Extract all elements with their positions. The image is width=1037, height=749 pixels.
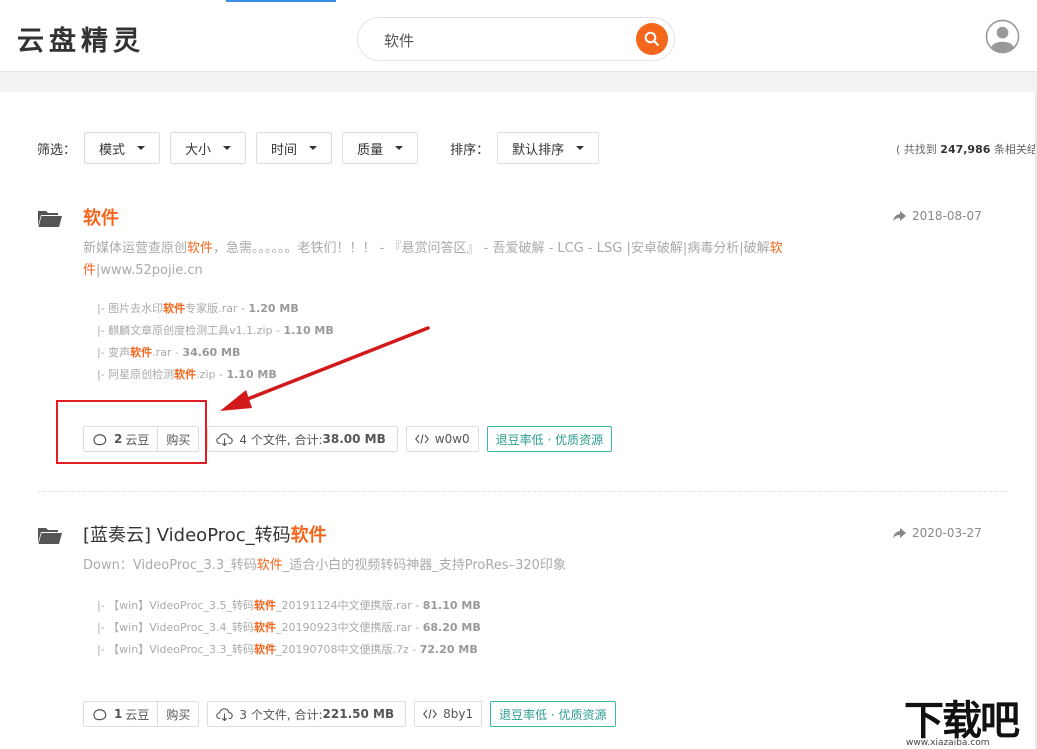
dropdown-label: 模式 [99,142,126,158]
file-size: 72.20 MB [419,643,478,656]
filter-quality-dropdown[interactable]: 质量 [342,132,419,164]
keyword-highlight: 软件 [174,368,197,381]
coin-price[interactable]: 1 云豆 购买 [83,701,200,727]
caret-down-icon [223,146,232,150]
quality-tag: 退豆率低 · 优质资源 [490,701,616,727]
coin-amount: 1 云豆 [84,702,159,726]
site-logo[interactable]: 云盘精灵 [17,19,145,58]
result-count: ( 共找到 247,986 条相关结 [896,143,1037,156]
share-icon [893,210,906,222]
result-description: 新媒体运营查原创软件，急需。。。。。。老铁们！！！ - 『悬赏问答区』 - 吾爱… [83,238,843,282]
header: 云盘精灵 [0,3,1037,72]
result-count-number: 247,986 [940,143,991,156]
description-text: 新媒体运营查原创 [83,241,188,256]
keyword-highlight: 软件 [187,241,214,256]
cloud-download-icon [216,432,234,446]
search-icon [644,31,659,46]
caret-down-icon [395,146,404,150]
filter-time-dropdown[interactable]: 时间 [256,132,333,164]
result-date: 2018-08-07 [893,209,982,223]
result-file-list: |- 图片去水印软件专家版.rar - 1.20 MB |- 麒麟文章原创度检测工… [97,298,334,386]
keyword-highlight: 软件 [256,558,283,573]
result-file-list: |- 【win】VideoProc_3.5_转码软件_20191124中文便携版… [97,595,481,661]
caret-down-icon [309,146,318,150]
dropdown-label: 默认排序 [512,142,565,158]
buy-button[interactable]: 购买 [158,706,198,723]
quality-tag: 退豆率低 · 优质资源 [486,426,613,452]
description-text: 破解 [743,241,770,256]
filter-size-dropdown[interactable]: 大小 [170,132,247,164]
annotation-highlight-box [56,400,207,464]
dropdown-label: 时间 [271,142,298,158]
folder-icon [38,211,62,227]
description-text: _适合小白的视频转码神器_支持ProRes–320印象 [282,558,566,573]
filter-bar: 筛选： 模式 大小 时间 质量 排序： 默认排序 [37,132,609,164]
files-summary: 3 个文件, 合计: 221.50 MB [207,701,407,727]
description-text: Down：VideoProc_3.3_转码 [83,558,257,573]
file-size: 1.20 MB [248,302,299,315]
file-size: 68.20 MB [422,621,481,634]
caret-down-icon [137,146,146,150]
keyword-highlight: 软件 [130,346,153,359]
search-box [357,17,675,61]
code-icon [423,709,437,719]
sort-label: 排序： [450,142,490,158]
watermark-logo: 下载吧 www.xiazaiba.com [900,688,1037,749]
sort-dropdown[interactable]: 默认排序 [497,132,600,164]
file-list-item: |- 【win】VideoProc_3.3_转码软件_20190708中文便携版… [97,643,478,656]
top-progress-segment [226,0,336,2]
file-size: 81.10 MB [422,599,481,612]
result-title-link[interactable]: [蓝奏云] VideoProc_转码软件 [83,521,327,547]
keyword-highlight: 软件 [254,621,277,634]
share-code[interactable]: 8by1 [414,701,483,727]
file-list-item: |- 变声软件.rar - 34.60 MB [97,346,241,359]
description-text: |www.52pojie.cn [96,263,203,278]
result-title-link[interactable]: 软件 [83,204,119,230]
files-summary: 4 个文件, 合计: 38.00 MB [207,426,398,452]
dropdown-label: 质量 [357,142,384,158]
share-icon [893,527,906,539]
result-divider [37,491,1007,492]
file-size: 1.10 MB [226,368,277,381]
cloud-download-icon [216,707,234,721]
keyword-highlight: 软件 [254,643,277,656]
filter-label: 筛选： [37,142,77,158]
file-list-item: |- 阿星原创检测软件.zip - 1.10 MB [97,368,277,381]
dropdown-label: 大小 [185,142,212,158]
keyword-highlight: 软件 [254,599,277,612]
result-description: Down：VideoProc_3.3_转码软件_适合小白的视频转码神器_支持Pr… [83,555,843,577]
description-text: ，急需。。。。。。老铁们！！！ - 『悬赏问答区』 - 吾爱破解 - LCG -… [213,241,744,256]
result-actions: 1 云豆 购买 3 个文件, 合计: 221.50 MB 8by1 退豆率低 · … [83,701,624,727]
result-date: 2020-03-27 [893,526,982,540]
folder-icon [38,528,62,544]
keyword-highlight: 软件 [163,302,186,315]
file-list-item: |- 【win】VideoProc_3.4_转码软件_20190923中文便携版… [97,621,481,634]
file-list-item: |- 【win】VideoProc_3.5_转码软件_20191124中文便携版… [97,599,481,612]
filter-mode-dropdown[interactable]: 模式 [84,132,161,164]
file-size: 34.60 MB [182,346,241,359]
search-input[interactable] [382,28,626,52]
share-code[interactable]: w0w0 [405,426,479,452]
watermark-url: www.xiazaiba.com [906,738,990,748]
user-avatar-icon[interactable] [985,19,1020,54]
caret-down-icon [576,146,585,150]
file-size: 1.10 MB [283,324,334,337]
file-list-item: |- 图片去水印软件专家版.rar - 1.20 MB [97,302,299,315]
code-icon [414,434,429,444]
search-button[interactable] [636,23,668,55]
bean-icon [93,708,107,720]
file-list-item: |- 麒麟文章原创度检测工具v1.1.zip - 1.10 MB [97,324,334,337]
